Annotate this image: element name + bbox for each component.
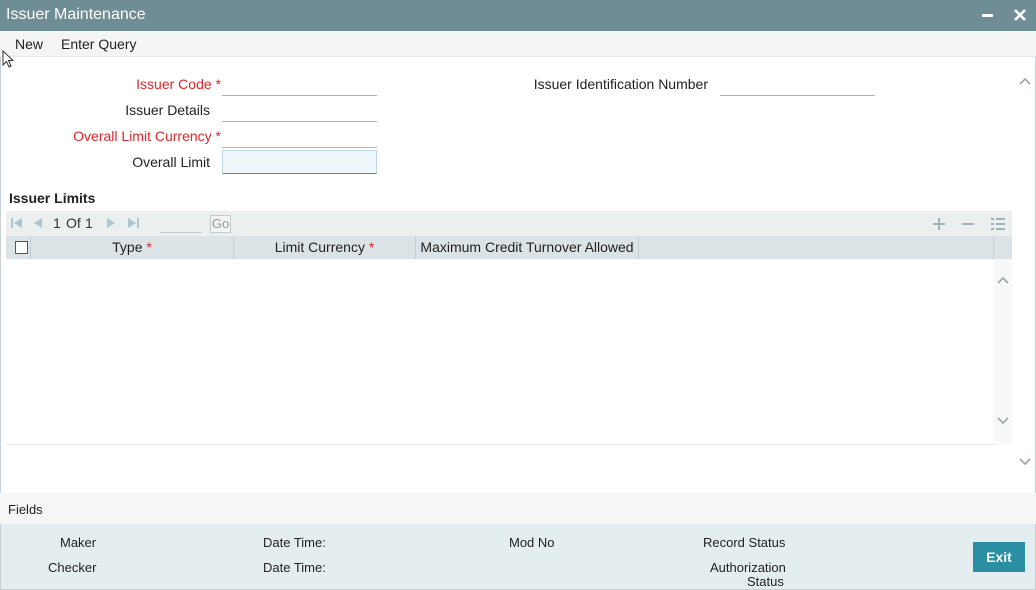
authorization-status-label-line2: Status <box>747 574 784 589</box>
authorization-status-label-line1: Authorization <box>710 560 786 575</box>
new-menu-item[interactable]: New <box>15 36 43 52</box>
column-separator <box>993 236 994 259</box>
minimize-icon[interactable] <box>978 4 998 26</box>
grid-scroll-down-icon[interactable] <box>996 414 1010 430</box>
maker-label: Maker <box>60 535 97 550</box>
fields-link[interactable]: Fields <box>8 502 43 517</box>
issuer-details-field[interactable] <box>222 98 377 122</box>
current-page: 1 <box>53 215 61 231</box>
delete-row-icon[interactable] <box>955 213 981 235</box>
issuer-id-number-field[interactable] <box>720 72 875 96</box>
go-button[interactable]: Go <box>210 215 231 233</box>
fields-bar: Fields <box>0 493 1036 524</box>
page-scroll-up-icon[interactable] <box>1018 74 1032 86</box>
next-page-icon[interactable] <box>104 216 118 230</box>
record-status-label: Record Status <box>703 535 786 550</box>
grid-scroll-up-icon[interactable] <box>996 273 1010 289</box>
overall-limit-currency-label: Overall Limit Currency * <box>73 128 221 144</box>
exit-button[interactable]: Exit <box>973 542 1025 572</box>
issuer-limits-title: Issuer Limits <box>9 190 96 206</box>
enter-query-menu-item[interactable]: Enter Query <box>61 36 136 52</box>
overall-limit-field[interactable] <box>222 150 377 174</box>
previous-page-icon[interactable] <box>31 216 45 230</box>
issuer-code-field[interactable] <box>222 72 377 96</box>
first-page-icon[interactable] <box>10 216 24 230</box>
last-page-icon[interactable] <box>126 216 140 230</box>
add-row-icon[interactable] <box>926 213 952 235</box>
overall-limit-currency-field[interactable] <box>222 124 377 148</box>
issuer-details-label: Issuer Details <box>125 102 210 118</box>
mod-no-label: Mod No <box>509 535 555 550</box>
column-separator <box>638 236 639 259</box>
grid-toolbar: 1 Of 1 Go <box>6 211 1012 236</box>
issuer-code-label: Issuer Code * <box>136 76 221 92</box>
grid-scrollbar[interactable] <box>994 259 1012 445</box>
menu-bar: New Enter Query <box>0 31 1036 57</box>
total-pages: 1 <box>85 215 93 231</box>
audit-panel: Maker Checker Date Time: Date Time: Mod … <box>0 524 1036 590</box>
close-icon[interactable] <box>1010 4 1030 26</box>
window-title: Issuer Maintenance <box>6 6 146 23</box>
issuer-limits-grid-body <box>6 259 1012 445</box>
single-view-icon[interactable] <box>985 213 1011 235</box>
type-column-header[interactable]: Type * <box>31 236 233 259</box>
page-of-label: Of <box>66 215 81 231</box>
select-all-checkbox[interactable] <box>15 241 28 254</box>
issuer-limits-grid-header: Type * Limit Currency * Maximum Credit T… <box>6 236 1012 259</box>
checker-label: Checker <box>48 560 97 575</box>
limit-currency-column-header[interactable]: Limit Currency * <box>234 236 415 259</box>
checker-date-time-label: Date Time: <box>263 560 326 575</box>
page-number-input[interactable] <box>160 213 202 233</box>
max-credit-turnover-column-header[interactable]: Maximum Credit Turnover Allowed <box>416 236 638 259</box>
issuer-id-number-label: Issuer Identification Number <box>533 76 708 92</box>
overall-limit-label: Overall Limit <box>132 154 210 170</box>
maker-date-time-label: Date Time: <box>263 535 326 550</box>
title-bar: Issuer Maintenance <box>0 0 1036 31</box>
page-scroll-down-icon[interactable] <box>1018 455 1032 467</box>
